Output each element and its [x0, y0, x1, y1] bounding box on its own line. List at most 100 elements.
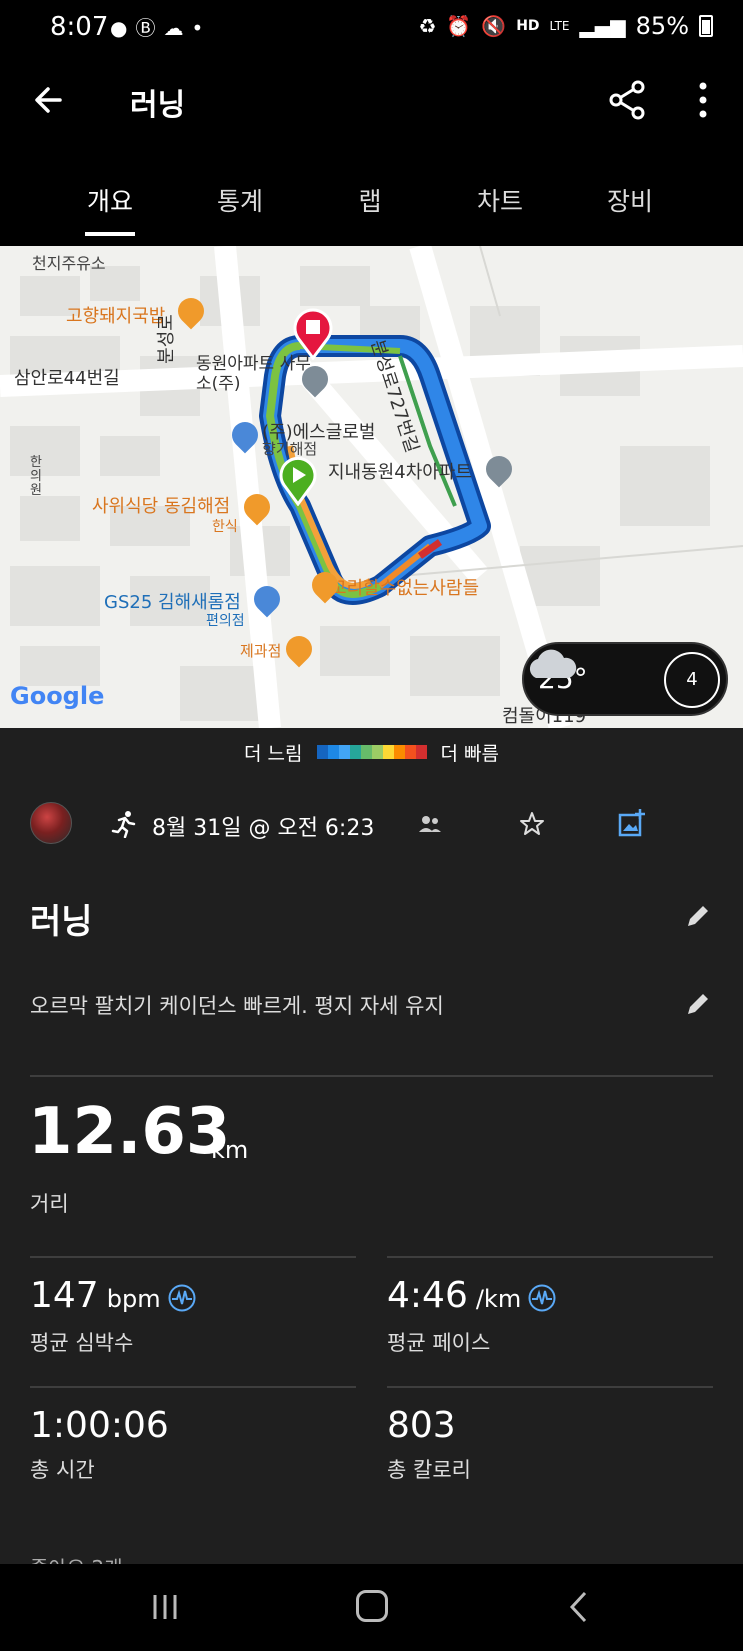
divider: [387, 1256, 713, 1258]
add-photo-icon[interactable]: [618, 808, 646, 838]
map-label-restaurant-2-type: 한식: [212, 519, 238, 535]
avg-pace-unit: /km: [475, 1285, 522, 1313]
tab-bar: 개요 통계 랩 차트 장비: [0, 144, 743, 240]
total-calories-value: 803: [387, 1405, 456, 1446]
likes-summary[interactable]: 좋아요 2개: [30, 1552, 123, 1564]
page-title: 러닝: [130, 88, 186, 123]
signal-icon: ▂▄▆: [579, 14, 626, 38]
back-arrow-icon[interactable]: [30, 78, 74, 122]
total-calories-stat: 803 총 칼로리: [387, 1404, 471, 1484]
total-time-stat: 1:00:06 총 시간: [30, 1404, 169, 1484]
map-label-people: 꼬리할수없는사람들: [330, 578, 480, 599]
distance-unit: km: [211, 1136, 249, 1164]
recycle-icon: ♻: [418, 14, 437, 38]
legend-swatch: [338, 745, 350, 759]
alarm-icon: ⏰: [446, 14, 472, 38]
legend-faster-label: 더 빠름: [440, 742, 499, 765]
map-label-road-44: 삼안로44번길: [14, 368, 120, 389]
legend-swatch: [349, 745, 361, 759]
avg-pace-value: 4:46: [387, 1275, 468, 1316]
share-icon[interactable]: [606, 78, 650, 122]
wind-speed-icon: 4: [664, 652, 720, 708]
avg-heart-rate-value: 147: [30, 1275, 99, 1316]
legend-swatch: [360, 745, 372, 759]
legend-color-bar: [316, 745, 427, 759]
map-label-small: 한의원: [30, 455, 42, 498]
pace-legend: 더 느림 더 빠름: [0, 728, 743, 776]
hd-voice-icon: HD: [516, 18, 540, 34]
divider: [387, 1386, 713, 1388]
map-label-store-type: 편의점: [206, 613, 245, 629]
cloud-icon: [529, 649, 577, 678]
legend-swatch: [393, 745, 405, 759]
divider: [30, 1386, 356, 1388]
battery-icon: [699, 15, 713, 37]
activity-meta-row: 8월 31일 @ 오전 6:23: [30, 800, 730, 848]
map-label-gas-station: 천지주유소: [32, 254, 106, 273]
activity-date: 8월 31일 @ 오전 6:23: [152, 816, 375, 841]
avg-heart-rate-unit: bpm: [106, 1285, 161, 1313]
map-label-restaurant-2: 사위식당 동김해점: [92, 496, 231, 517]
system-status: ♻ ⏰ 🔇 HD LTE ▂▄▆ 85%: [418, 12, 713, 40]
avatar[interactable]: [30, 802, 72, 844]
tab-overview[interactable]: 개요: [45, 144, 175, 240]
map-label-road: 분성로: [155, 314, 177, 364]
app-bar: 러닝: [0, 60, 743, 144]
recent-apps-icon[interactable]: [150, 1592, 180, 1622]
activity-title: 러닝: [30, 902, 93, 942]
activity-description: 오르막 팔치기 케이던스 빠르게. 평지 자세 유지: [30, 994, 444, 1018]
finish-marker-icon[interactable]: [292, 308, 334, 360]
avg-pace-label: 평균 페이스: [387, 1331, 491, 1355]
map-label-bakery: 제과점: [240, 642, 282, 660]
route-map[interactable]: 천지주유소 고향돼지국밥 분성로 삼안로44번길 동원아파트 사무소(주) (주…: [0, 246, 743, 728]
back-nav-icon[interactable]: [568, 1590, 588, 1624]
avg-heart-rate-stat: 147 bpm 평균 심박수: [30, 1274, 197, 1357]
legend-swatch: [327, 745, 339, 759]
total-time-value: 1:00:06: [30, 1405, 169, 1446]
avg-pace-stat: 4:46 /km 평균 페이스: [387, 1274, 557, 1357]
home-icon[interactable]: [356, 1590, 388, 1622]
status-bar: 8:07 ● Ⓑ ☁ • ♻ ⏰ 🔇 HD LTE ▂▄▆ 85%: [0, 0, 743, 60]
tab-charts[interactable]: 차트: [435, 144, 565, 240]
edit-title-pencil-icon[interactable]: [684, 902, 712, 930]
tab-laps[interactable]: 랩: [305, 144, 435, 240]
lte-icon: LTE: [549, 19, 570, 33]
mute-icon: 🔇: [481, 14, 507, 38]
b-app-icon: Ⓑ: [135, 16, 156, 40]
start-marker-icon[interactable]: [278, 456, 318, 506]
pace-icon[interactable]: [527, 1283, 557, 1313]
people-icon[interactable]: [418, 812, 442, 836]
legend-swatch: [404, 745, 416, 759]
distance-value: 12.63: [28, 1095, 231, 1169]
system-nav-bar: [0, 1564, 743, 1651]
map-label-restaurant: 고향돼지국밥: [66, 306, 166, 327]
battery-percent: 85%: [635, 12, 689, 40]
status-time: 8:07: [50, 12, 109, 42]
google-logo: Google: [10, 682, 105, 710]
total-time-label: 총 시간: [30, 1458, 95, 1482]
tab-gear[interactable]: 장비: [565, 144, 695, 240]
map-label-apartment: 지내동원4차아파트: [328, 462, 472, 483]
map-label-apartment-office: 동원아파트 사무소(주): [196, 354, 311, 394]
activity-details: 8월 31일 @ 오전 6:23 러닝 오르막 팔치기 케이던스 빠르게. 평지…: [0, 776, 743, 1564]
legend-swatch: [316, 745, 328, 759]
weather-badge[interactable]: 25° 4: [522, 642, 728, 716]
dot-icon: •: [191, 16, 204, 40]
divider: [30, 1075, 713, 1077]
divider: [30, 1256, 356, 1258]
distance-label: 거리: [30, 1192, 69, 1216]
cloud-icon: ☁: [163, 16, 184, 40]
notification-icons: ● Ⓑ ☁ •: [110, 15, 203, 41]
talk-icon: ●: [110, 16, 128, 40]
star-icon[interactable]: [518, 810, 546, 838]
more-options-icon[interactable]: [688, 78, 718, 122]
avg-heart-rate-label: 평균 심박수: [30, 1331, 134, 1355]
legend-swatch: [382, 745, 394, 759]
heart-rate-icon[interactable]: [167, 1283, 197, 1313]
edit-description-pencil-icon[interactable]: [684, 990, 712, 1018]
tab-stats[interactable]: 통계: [175, 144, 305, 240]
total-calories-label: 총 칼로리: [387, 1458, 471, 1482]
running-icon: [111, 811, 136, 838]
legend-swatch: [371, 745, 383, 759]
legend-slower-label: 더 느림: [244, 742, 303, 765]
